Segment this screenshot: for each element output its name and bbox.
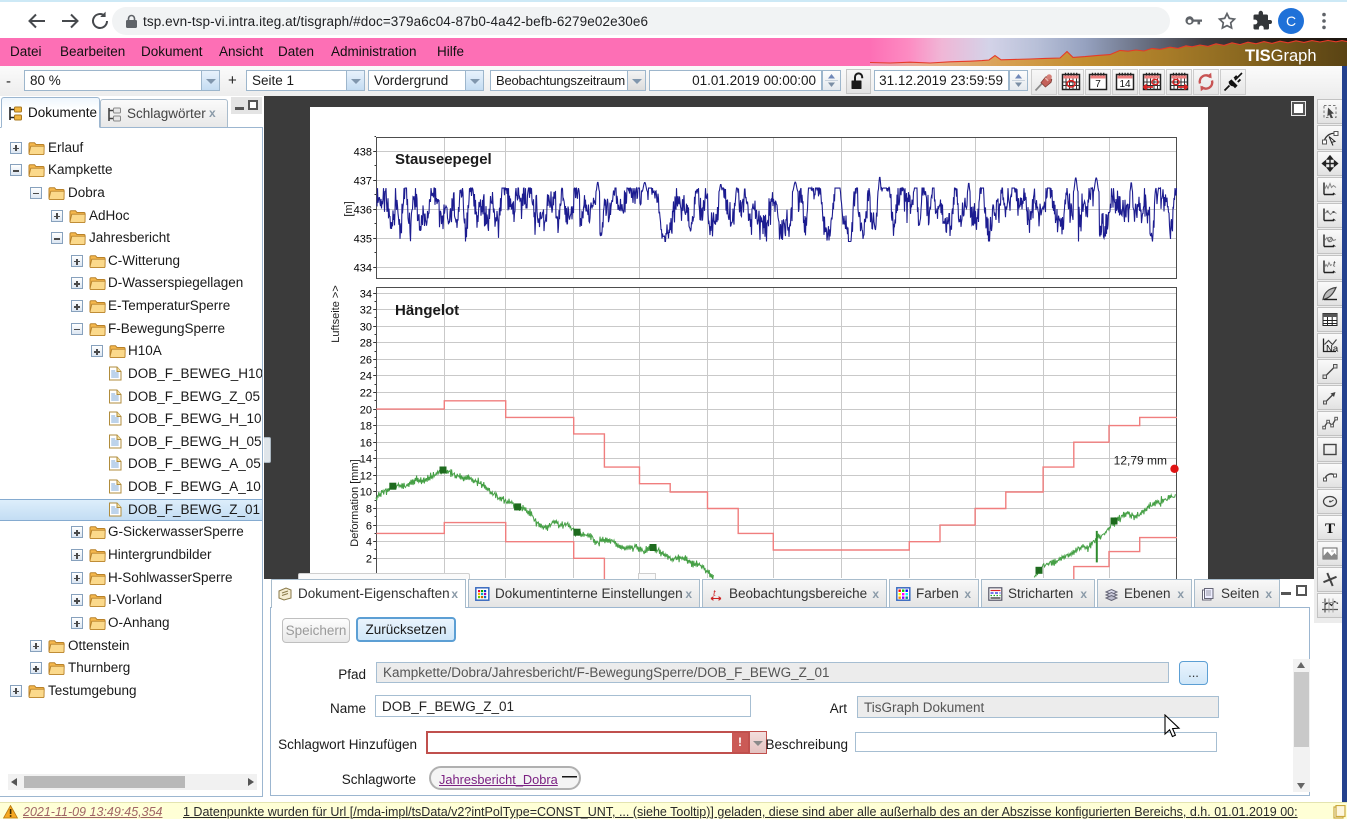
svg-text:2: 2 xyxy=(366,554,372,566)
svg-text:Deformation [mm]: Deformation [mm] xyxy=(349,459,361,546)
svg-text:[m]: [m] xyxy=(343,201,355,216)
svg-text:Luftseite >>: Luftseite >> xyxy=(330,285,342,343)
svg-text:24: 24 xyxy=(360,371,372,383)
svg-text:14: 14 xyxy=(1119,79,1131,90)
svg-text:437: 437 xyxy=(354,176,372,188)
svg-text:6: 6 xyxy=(366,521,372,533)
svg-text:12,79 mm: 12,79 mm xyxy=(1114,453,1167,467)
svg-text:Stauseepegel: Stauseepegel xyxy=(395,151,492,168)
svg-text:435: 435 xyxy=(354,234,372,246)
svg-text:438: 438 xyxy=(354,147,372,159)
svg-text:16: 16 xyxy=(360,438,372,450)
svg-text:436: 436 xyxy=(354,205,372,217)
svg-text:Na: Na xyxy=(1326,344,1339,355)
svg-text:20: 20 xyxy=(360,405,372,417)
svg-text:4: 4 xyxy=(366,537,372,549)
svg-text:12: 12 xyxy=(360,471,372,483)
svg-text:30: 30 xyxy=(360,322,372,334)
svg-text:8: 8 xyxy=(366,504,372,516)
svg-text:34: 34 xyxy=(360,289,372,301)
svg-text:26: 26 xyxy=(360,355,372,367)
svg-text:18: 18 xyxy=(360,421,372,433)
svg-text:t: t xyxy=(1333,259,1336,269)
svg-text:10: 10 xyxy=(360,487,372,499)
svg-text:Hängelot: Hängelot xyxy=(395,302,459,319)
svg-text:TISGraph: TISGraph xyxy=(1245,47,1317,65)
svg-text:7: 7 xyxy=(1095,79,1101,90)
svg-text:28: 28 xyxy=(360,338,372,350)
svg-text:T: T xyxy=(1325,521,1335,537)
svg-text:22: 22 xyxy=(360,388,372,400)
svg-text:434: 434 xyxy=(354,263,372,275)
svg-text:32: 32 xyxy=(360,305,372,317)
svg-text:14: 14 xyxy=(360,454,372,466)
